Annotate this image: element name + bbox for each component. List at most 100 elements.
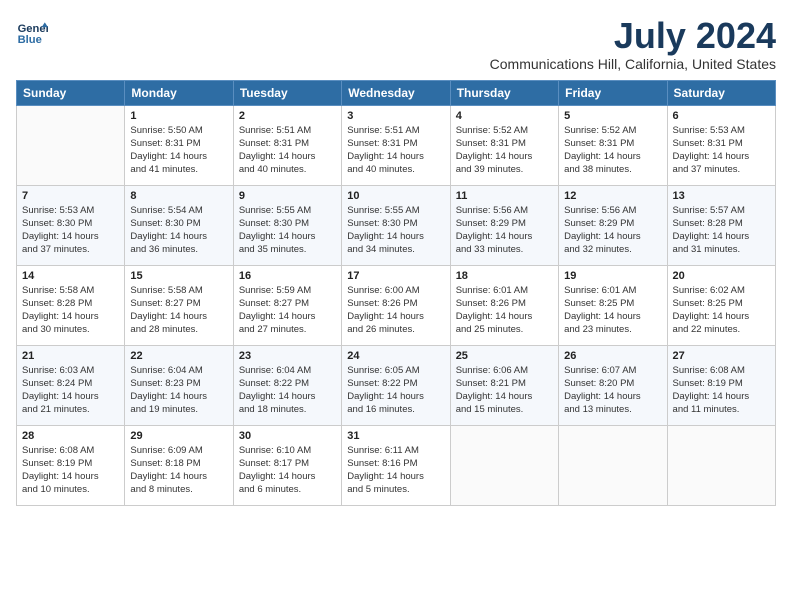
- cell-content: Sunrise: 5:55 AM Sunset: 8:30 PM Dayligh…: [347, 204, 444, 257]
- cell-content: Sunrise: 6:08 AM Sunset: 8:19 PM Dayligh…: [673, 364, 770, 417]
- calendar-cell: [450, 425, 558, 505]
- calendar-cell: 26 Sunrise: 6:07 AM Sunset: 8:20 PM Dayli…: [559, 345, 667, 425]
- calendar-cell: 30Sunrise: 6:10 AM Sunset: 8:17 PM Dayli…: [233, 425, 341, 505]
- calendar-cell: 25Sunrise: 6:06 AM Sunset: 8:21 PM Dayli…: [450, 345, 558, 425]
- calendar-header-row: SundayMondayTuesdayWednesdayThursdayFrid…: [17, 80, 776, 105]
- calendar-cell: 12 Sunrise: 5:56 AM Sunset: 8:29 PM Dayli…: [559, 185, 667, 265]
- calendar-cell: [559, 425, 667, 505]
- cell-content: Sunrise: 5:58 AM Sunset: 8:27 PM Dayligh…: [130, 284, 227, 337]
- calendar-cell: [17, 105, 125, 185]
- day-number: 14: [22, 270, 119, 282]
- cell-content: Sunrise: 5:50 AM Sunset: 8:31 PM Dayligh…: [130, 124, 227, 177]
- calendar-table: SundayMondayTuesdayWednesdayThursdayFrid…: [16, 80, 776, 506]
- cell-content: Sunrise: 5:59 AM Sunset: 8:27 PM Dayligh…: [239, 284, 336, 337]
- cell-content: Sunrise: 5:52 AM Sunset: 8:31 PM Dayligh…: [456, 124, 553, 177]
- day-header-tuesday: Tuesday: [233, 80, 341, 105]
- week-row-3: 14 Sunrise: 5:58 AM Sunset: 8:28 PM Dayli…: [17, 265, 776, 345]
- cell-content: Sunrise: 5:58 AM Sunset: 8:28 PM Dayligh…: [22, 284, 119, 337]
- day-number: 10: [347, 190, 444, 202]
- calendar-cell: 3 Sunrise: 5:51 AM Sunset: 8:31 PM Daylig…: [342, 105, 450, 185]
- cell-content: Sunrise: 6:04 AM Sunset: 8:23 PM Dayligh…: [130, 364, 227, 417]
- calendar-cell: 5 Sunrise: 5:52 AM Sunset: 8:31 PM Daylig…: [559, 105, 667, 185]
- day-number: 17: [347, 270, 444, 282]
- cell-content: Sunrise: 5:57 AM Sunset: 8:28 PM Dayligh…: [673, 204, 770, 257]
- week-row-5: 28 Sunrise: 6:08 AM Sunset: 8:19 PM Dayli…: [17, 425, 776, 505]
- calendar-cell: 22 Sunrise: 6:04 AM Sunset: 8:23 PM Dayli…: [125, 345, 233, 425]
- calendar-cell: 18Sunrise: 6:01 AM Sunset: 8:26 PM Dayli…: [450, 265, 558, 345]
- day-header-sunday: Sunday: [17, 80, 125, 105]
- calendar-cell: 17Sunrise: 6:00 AM Sunset: 8:26 PM Dayli…: [342, 265, 450, 345]
- day-number: 21: [22, 350, 119, 362]
- day-number: 11: [456, 190, 553, 202]
- day-number: 26: [564, 350, 661, 362]
- cell-content: Sunrise: 5:52 AM Sunset: 8:31 PM Dayligh…: [564, 124, 661, 177]
- calendar-cell: 19Sunrise: 6:01 AM Sunset: 8:25 PM Dayli…: [559, 265, 667, 345]
- day-number: 5: [564, 110, 661, 122]
- day-number: 23: [239, 350, 336, 362]
- day-number: 22: [130, 350, 227, 362]
- svg-text:Blue: Blue: [18, 34, 42, 46]
- day-number: 29: [130, 430, 227, 442]
- day-number: 24: [347, 350, 444, 362]
- week-row-4: 21 Sunrise: 6:03 AM Sunset: 8:24 PM Dayli…: [17, 345, 776, 425]
- day-number: 12: [564, 190, 661, 202]
- cell-content: Sunrise: 5:55 AM Sunset: 8:30 PM Dayligh…: [239, 204, 336, 257]
- day-number: 30: [239, 430, 336, 442]
- day-header-saturday: Saturday: [667, 80, 775, 105]
- day-number: 13: [673, 190, 770, 202]
- logo: General Blue: [16, 16, 48, 48]
- day-header-thursday: Thursday: [450, 80, 558, 105]
- cell-content: Sunrise: 5:51 AM Sunset: 8:31 PM Dayligh…: [239, 124, 336, 177]
- day-number: 9: [239, 190, 336, 202]
- day-number: 4: [456, 110, 553, 122]
- cell-content: Sunrise: 6:03 AM Sunset: 8:24 PM Dayligh…: [22, 364, 119, 417]
- cell-content: Sunrise: 5:51 AM Sunset: 8:31 PM Dayligh…: [347, 124, 444, 177]
- day-number: 8: [130, 190, 227, 202]
- cell-content: Sunrise: 5:56 AM Sunset: 8:29 PM Dayligh…: [564, 204, 661, 257]
- calendar-cell: 11 Sunrise: 5:56 AM Sunset: 8:29 PM Dayli…: [450, 185, 558, 265]
- cell-content: Sunrise: 5:56 AM Sunset: 8:29 PM Dayligh…: [456, 204, 553, 257]
- calendar-cell: 1 Sunrise: 5:50 AM Sunset: 8:31 PM Daylig…: [125, 105, 233, 185]
- calendar-cell: 21 Sunrise: 6:03 AM Sunset: 8:24 PM Dayli…: [17, 345, 125, 425]
- calendar-cell: 15 Sunrise: 5:58 AM Sunset: 8:27 PM Dayli…: [125, 265, 233, 345]
- calendar-cell: 13 Sunrise: 5:57 AM Sunset: 8:28 PM Dayli…: [667, 185, 775, 265]
- logo-icon: General Blue: [16, 16, 48, 48]
- day-number: 7: [22, 190, 119, 202]
- calendar-cell: 4 Sunrise: 5:52 AM Sunset: 8:31 PM Daylig…: [450, 105, 558, 185]
- title-area: July 2024 Communications Hill, Californi…: [490, 16, 776, 72]
- day-number: 6: [673, 110, 770, 122]
- calendar-cell: 10 Sunrise: 5:55 AM Sunset: 8:30 PM Dayli…: [342, 185, 450, 265]
- day-number: 3: [347, 110, 444, 122]
- day-number: 1: [130, 110, 227, 122]
- calendar-cell: 14 Sunrise: 5:58 AM Sunset: 8:28 PM Dayli…: [17, 265, 125, 345]
- day-number: 16: [239, 270, 336, 282]
- calendar-title: July 2024: [490, 16, 776, 56]
- day-header-monday: Monday: [125, 80, 233, 105]
- cell-content: Sunrise: 5:53 AM Sunset: 8:31 PM Dayligh…: [673, 124, 770, 177]
- day-number: 28: [22, 430, 119, 442]
- calendar-cell: 6 Sunrise: 5:53 AM Sunset: 8:31 PM Daylig…: [667, 105, 775, 185]
- calendar-cell: 24 Sunrise: 6:05 AM Sunset: 8:22 PM Dayli…: [342, 345, 450, 425]
- day-header-friday: Friday: [559, 80, 667, 105]
- week-row-2: 7 Sunrise: 5:53 AM Sunset: 8:30 PM Daylig…: [17, 185, 776, 265]
- calendar-subtitle: Communications Hill, California, United …: [490, 56, 776, 72]
- cell-content: Sunrise: 5:53 AM Sunset: 8:30 PM Dayligh…: [22, 204, 119, 257]
- calendar-cell: 23Sunrise: 6:04 AM Sunset: 8:22 PM Dayli…: [233, 345, 341, 425]
- calendar-cell: [667, 425, 775, 505]
- cell-content: Sunrise: 6:02 AM Sunset: 8:25 PM Dayligh…: [673, 284, 770, 337]
- week-row-1: 1 Sunrise: 5:50 AM Sunset: 8:31 PM Daylig…: [17, 105, 776, 185]
- calendar-cell: 20Sunrise: 6:02 AM Sunset: 8:25 PM Dayli…: [667, 265, 775, 345]
- day-number: 27: [673, 350, 770, 362]
- header: General Blue July 2024 Communications Hi…: [16, 16, 776, 72]
- cell-content: Sunrise: 6:08 AM Sunset: 8:19 PM Dayligh…: [22, 444, 119, 497]
- cell-content: Sunrise: 6:07 AM Sunset: 8:20 PM Dayligh…: [564, 364, 661, 417]
- calendar-cell: 2Sunrise: 5:51 AM Sunset: 8:31 PM Daylig…: [233, 105, 341, 185]
- cell-content: Sunrise: 6:05 AM Sunset: 8:22 PM Dayligh…: [347, 364, 444, 417]
- day-number: 15: [130, 270, 227, 282]
- calendar-cell: 8Sunrise: 5:54 AM Sunset: 8:30 PM Daylig…: [125, 185, 233, 265]
- calendar-cell: 29Sunrise: 6:09 AM Sunset: 8:18 PM Dayli…: [125, 425, 233, 505]
- cell-content: Sunrise: 6:01 AM Sunset: 8:25 PM Dayligh…: [564, 284, 661, 337]
- calendar-cell: 28 Sunrise: 6:08 AM Sunset: 8:19 PM Dayli…: [17, 425, 125, 505]
- cell-content: Sunrise: 6:06 AM Sunset: 8:21 PM Dayligh…: [456, 364, 553, 417]
- cell-content: Sunrise: 6:01 AM Sunset: 8:26 PM Dayligh…: [456, 284, 553, 337]
